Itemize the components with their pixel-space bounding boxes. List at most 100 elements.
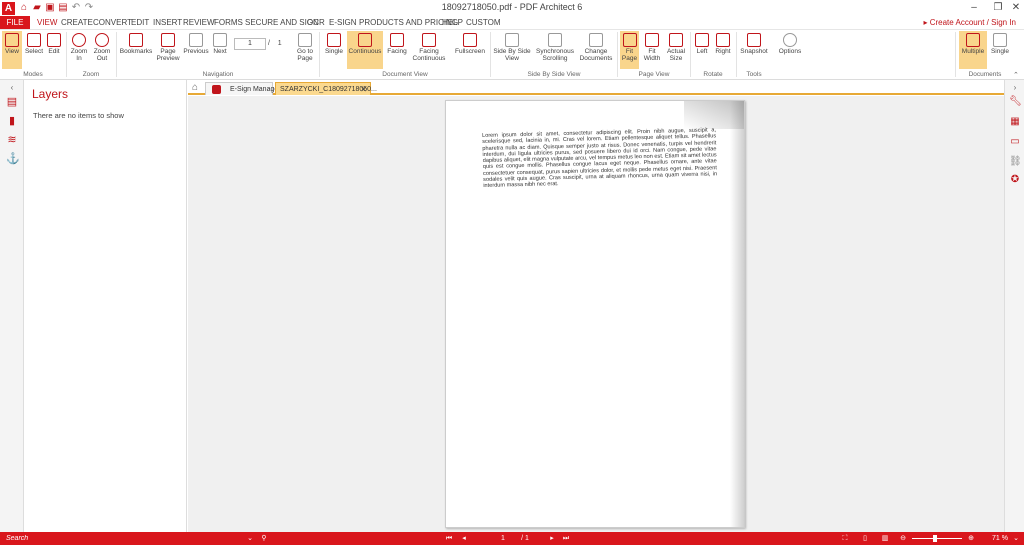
create-account-link[interactable]: ▸ Create Account / Sign In — [923, 16, 1016, 29]
page-total: / 1 — [268, 38, 282, 50]
last-page-icon[interactable]: ⏭ — [562, 532, 570, 545]
ribbon-separator — [690, 32, 691, 77]
rotate-right-button[interactable]: Right — [713, 31, 733, 69]
modes-group-label: Modes — [23, 71, 43, 78]
close-icon[interactable]: ✕ — [1008, 1, 1024, 15]
fit-width-status-icon[interactable]: ▯ — [860, 532, 870, 545]
menu-create[interactable]: CREATE — [61, 16, 93, 29]
rotate-left-button[interactable]: Left — [693, 31, 711, 69]
comment-icon[interactable]: ▭ — [1009, 136, 1021, 148]
single-doc-icon — [993, 33, 1007, 47]
actual-size-label-1: Actual — [666, 48, 686, 55]
esign-icon — [212, 85, 221, 94]
sync-scroll-label-2: Scrolling — [542, 55, 568, 62]
zoom-in-label-1: Zoom — [70, 48, 88, 55]
menu-e-sign[interactable]: E-SIGN — [329, 16, 357, 29]
menu-forms[interactable]: FORMS — [214, 16, 243, 29]
file-menu[interactable]: FILE — [0, 16, 30, 29]
sync-scroll-icon — [548, 33, 562, 47]
menu-custom[interactable]: CUSTOM — [466, 16, 501, 29]
pdf-page[interactable]: Lorem ipsum dolor sit amet, consectetur … — [445, 100, 745, 528]
view-mode-button[interactable]: View — [2, 31, 22, 69]
snapshot-button[interactable]: Snapshot — [739, 31, 769, 69]
search-input[interactable] — [6, 533, 256, 544]
zoom-in-status-icon[interactable]: ⊕ — [966, 532, 976, 545]
facing-icon — [390, 33, 404, 47]
page-number-input[interactable]: 1 — [234, 38, 266, 50]
facing-button[interactable]: Facing — [385, 31, 409, 69]
zoom-level[interactable]: 71 % — [988, 532, 1012, 545]
layers-icon[interactable]: ≋ — [6, 134, 18, 146]
first-page-icon[interactable]: ⏮ — [445, 532, 453, 545]
status-page-input[interactable]: 1 — [488, 533, 518, 544]
home-tab-icon[interactable]: ⌂ — [192, 82, 202, 94]
previous-page-button[interactable]: Previous — [183, 31, 209, 69]
zoom-slider[interactable] — [912, 538, 962, 539]
synchronous-scrolling-button[interactable]: Synchronous Scrolling — [534, 31, 576, 69]
hand-icon — [5, 33, 19, 47]
restore-icon[interactable]: ❐ — [990, 1, 1006, 15]
side-by-side-button[interactable]: Side By Side View — [493, 31, 531, 69]
menu-review[interactable]: REVIEW — [183, 16, 215, 29]
fit-width-button[interactable]: Fit Width — [641, 31, 663, 69]
single-page-button[interactable]: Single — [322, 31, 346, 69]
facing-status-icon[interactable]: ▥ — [880, 532, 890, 545]
tab-document[interactable]: SZARZYCKI_C18092718050... ✕ — [275, 82, 377, 96]
change-documents-label-1: Change — [584, 48, 608, 55]
menu-view[interactable]: VIEW — [37, 16, 57, 29]
collapse-panel-icon[interactable]: ‹ — [6, 82, 18, 94]
expand-right-icon[interactable]: › — [1009, 82, 1021, 94]
tab-esign-manager[interactable]: E-Sign Manager — [205, 82, 281, 95]
continuous-button[interactable]: Continuous — [347, 31, 383, 69]
fullscreen-button[interactable]: Fullscreen — [453, 31, 487, 69]
actual-size-icon — [669, 33, 683, 47]
go-to-page-button[interactable]: Go to Page — [294, 31, 316, 69]
bookmarks-panel-icon[interactable]: ▮ — [6, 115, 18, 127]
menu-edit[interactable]: EDIT — [131, 16, 149, 29]
window-title: 18092718050.pdf - PDF Architect 6 — [441, 2, 583, 12]
zoom-out-status-icon[interactable]: ⊖ — [898, 532, 908, 545]
pages-icon[interactable]: ▤ — [6, 96, 18, 108]
link-icon[interactable]: ⛓ — [1009, 156, 1022, 168]
ribbon-separator — [617, 32, 618, 77]
options-button[interactable]: Options — [776, 31, 804, 69]
bookmarks-label: Bookmarks — [119, 48, 153, 55]
prev-page-icon[interactable]: ◂ — [460, 532, 468, 545]
search-dropdown-icon[interactable]: ⌄ — [246, 532, 254, 545]
next-page-button[interactable]: Next — [211, 31, 229, 69]
anchor-icon[interactable]: ⚓ — [6, 153, 20, 165]
minimize-icon[interactable]: – — [966, 1, 982, 15]
zoom-in-button[interactable]: Zoom In — [69, 31, 89, 69]
page-preview-button[interactable]: Page Preview — [155, 31, 181, 69]
facing-continuous-button[interactable]: Facing Continuous — [411, 31, 447, 69]
fit-page-button[interactable]: Fit Page — [620, 31, 639, 69]
menu-help[interactable]: HELP — [442, 16, 463, 29]
snapshot-label: Snapshot — [740, 48, 768, 55]
gift-icon[interactable]: ▦ — [1009, 116, 1021, 128]
zoom-slider-thumb[interactable] — [932, 535, 937, 542]
fit-width-label-1: Fit — [648, 48, 656, 55]
bookmarks-button[interactable]: Bookmarks — [119, 31, 153, 69]
menu-convert[interactable]: CONVERT — [93, 16, 132, 29]
zoom-out-button[interactable]: Zoom Out — [91, 31, 113, 69]
change-documents-button[interactable]: Change Documents — [578, 31, 614, 69]
wrench-icon[interactable]: 🔧︎ — [1009, 96, 1022, 108]
zoom-dropdown-icon[interactable]: ⌄ — [1012, 532, 1020, 545]
account-label: Create Account / Sign In — [929, 18, 1016, 27]
menu-ocr[interactable]: OCR — [307, 16, 325, 29]
close-tab-icon[interactable]: ✕ — [360, 83, 367, 96]
next-page-icon[interactable]: ▸ — [548, 532, 556, 545]
go-to-page-label-2: Page — [297, 55, 313, 62]
single-document-button[interactable]: Single — [989, 31, 1011, 69]
actual-size-button[interactable]: Actual Size — [665, 31, 687, 69]
right-sidebar-strip: › 🔧︎ ▦ ▭ ⛓ ✪ — [1004, 80, 1024, 532]
badge-icon[interactable]: ✪ — [1009, 174, 1021, 186]
multiple-documents-button[interactable]: Multiple — [959, 31, 987, 69]
select-mode-button[interactable]: Select — [24, 31, 44, 69]
search-go-icon[interactable]: ⚲ — [260, 532, 268, 545]
fit-width-icon — [645, 33, 659, 47]
fit-page-status-icon[interactable]: ⛶ — [840, 532, 850, 545]
collapse-ribbon-icon[interactable]: ⌃ — [1013, 71, 1019, 79]
menu-insert[interactable]: INSERT — [153, 16, 182, 29]
edit-mode-button[interactable]: Edit — [45, 31, 63, 69]
